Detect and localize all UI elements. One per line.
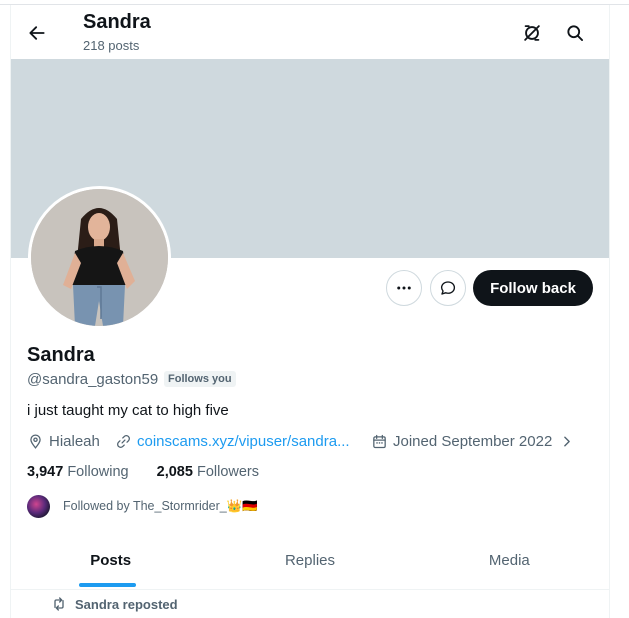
handle: @sandra_gaston59 (27, 371, 159, 388)
message-button[interactable] (430, 270, 466, 306)
follows-you-badge: Follows you (164, 371, 236, 387)
website[interactable]: coinscams.xyz/vipuser/sandra... (115, 433, 350, 450)
bio: i just taught my cat to high five (27, 402, 229, 419)
tab-posts[interactable]: Posts (11, 532, 210, 589)
message-icon (440, 281, 456, 295)
profile-header: Sandra 218 posts (11, 5, 609, 59)
profile-column: Sandra 218 posts Follow back Sandra @san… (10, 5, 610, 618)
notifications-off-button[interactable] (519, 20, 545, 46)
link-icon (117, 435, 130, 448)
avatar-photo (31, 189, 168, 326)
profile-tabs: Posts Replies Media (11, 532, 609, 590)
location: Hialeah (27, 433, 100, 450)
website-link[interactable]: coinscams.xyz/vipuser/sandra... (137, 433, 350, 450)
following-label: Following (67, 464, 129, 480)
more-button[interactable] (386, 270, 422, 306)
header-title: Sandra (83, 11, 151, 33)
repost-icon (54, 597, 64, 611)
followed-by[interactable]: Followed by The_Stormrider_👑🇩🇪 (27, 495, 258, 518)
post-count: 218 posts (83, 38, 140, 53)
arrow-left-icon (29, 26, 45, 40)
tab-replies[interactable]: Replies (210, 532, 409, 589)
followed-by-text: Followed by The_Stormrider_👑🇩🇪 (63, 499, 258, 513)
following-count: 3,947 (27, 464, 64, 480)
chevron-right-icon (564, 436, 570, 447)
repost-text: Sandra reposted (75, 596, 178, 612)
location-icon (30, 434, 41, 449)
joined-date: Joined September 2022 (371, 433, 552, 450)
display-name: Sandra (27, 344, 95, 366)
more-meta-button[interactable] (560, 433, 579, 450)
tab-media[interactable]: Media (410, 532, 609, 589)
more-icon (397, 286, 411, 290)
notifications-off-icon (524, 25, 540, 41)
follow-counts: 3,947 Following 2,085 Followers (27, 464, 259, 480)
joined-text: Joined September 2022 (393, 433, 553, 450)
repost-indicator[interactable]: Sandra reposted (51, 596, 178, 612)
active-tab-indicator (79, 583, 136, 587)
following-link[interactable]: 3,947 Following (27, 464, 129, 480)
followers-link[interactable]: 2,085 Followers (157, 464, 259, 480)
followers-label: Followers (196, 464, 260, 480)
location-text: Hialeah (49, 433, 100, 450)
followers-count: 2,085 (156, 464, 193, 480)
follow-back-button[interactable]: Follow back (473, 270, 593, 306)
avatar[interactable] (28, 186, 171, 329)
back-button[interactable] (25, 21, 49, 45)
search-button[interactable] (562, 20, 588, 46)
search-icon (567, 25, 583, 41)
calendar-icon (373, 434, 386, 449)
follower-avatar (27, 495, 50, 518)
